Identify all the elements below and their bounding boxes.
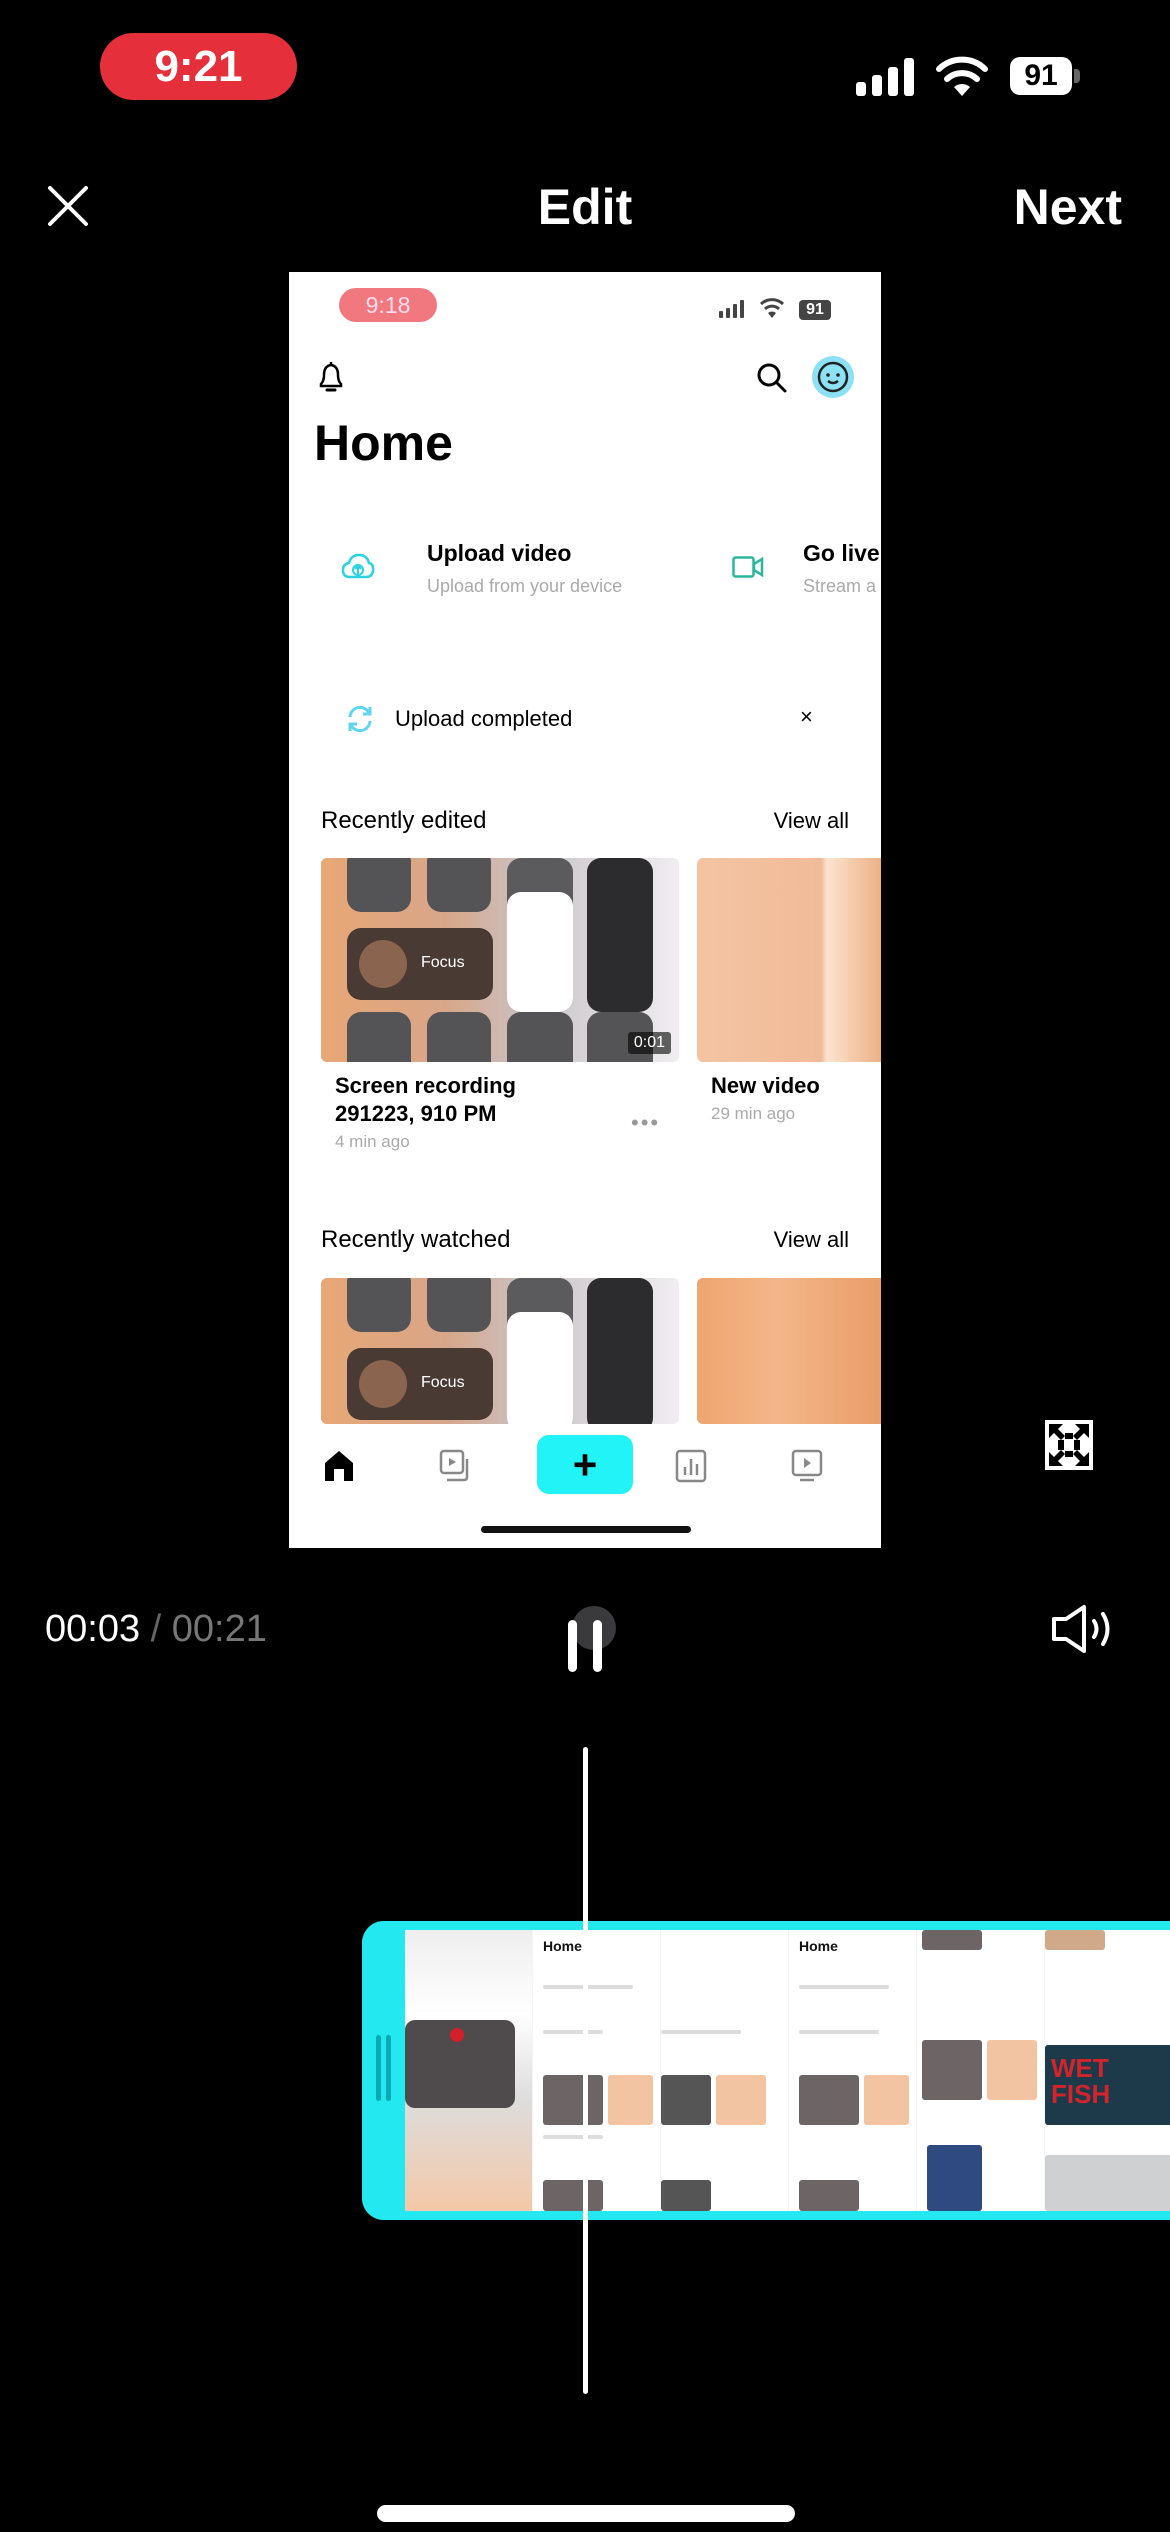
video-preview[interactable]: 9:18 91 Home Upload video Upload from yo… <box>289 272 881 1548</box>
search-icon[interactable] <box>756 362 788 394</box>
playhead[interactable] <box>583 1747 588 2394</box>
battery-tip <box>1074 69 1080 83</box>
video-camera-icon <box>732 556 764 578</box>
duration-badge: 0:01 <box>627 1032 671 1054</box>
new-video-thumbnail[interactable] <box>697 858 881 1062</box>
preview-home-indicator <box>481 1526 691 1533</box>
timeline-frame: Home <box>789 1930 917 2211</box>
wifi-icon <box>936 56 988 96</box>
grip-line <box>386 2035 391 2101</box>
status-time: 9:21 <box>100 33 297 100</box>
preview-wifi-icon <box>759 298 785 318</box>
upload-completed-text: Upload completed <box>395 706 573 731</box>
tab-home[interactable] <box>315 1442 363 1490</box>
preview-battery: 91 <box>799 300 831 320</box>
smiley-face-icon <box>817 361 849 393</box>
card-meta: 4 min ago <box>335 1132 410 1151</box>
pause-button[interactable] <box>560 1600 620 1672</box>
create-button[interactable]: + <box>537 1435 633 1494</box>
go-live-title[interactable]: Go live <box>803 540 880 567</box>
tab-library[interactable] <box>431 1442 479 1490</box>
cloud-upload-icon <box>341 553 375 579</box>
frame-home-label: Home <box>799 1938 838 1954</box>
timeline-frame <box>405 1930 533 2211</box>
pause-icon <box>568 1606 616 1672</box>
recently-watched-heading: Recently watched <box>321 1226 511 1253</box>
frame-home-label: Home <box>543 1938 582 1954</box>
preview-status-time: 9:18 <box>339 288 437 322</box>
recently-watched-thumbnail-2[interactable] <box>697 1278 881 1424</box>
timeline-frames[interactable]: Home Home WET FISH <box>405 1930 1170 2211</box>
card-title-line1[interactable]: Screen recording <box>335 1072 516 1100</box>
next-button[interactable]: Next <box>1014 178 1122 236</box>
expand-icon[interactable] <box>1045 1420 1093 1470</box>
signal-icon <box>856 58 914 96</box>
library-icon <box>439 1449 469 1482</box>
sync-icon <box>348 705 372 733</box>
watch-icon <box>791 1449 823 1482</box>
recently-watched-view-all[interactable]: View all <box>774 1227 849 1253</box>
trim-handle-left[interactable] <box>362 1921 404 2220</box>
recently-watched-thumbnail[interactable]: Focus <box>321 1278 679 1424</box>
home-indicator <box>377 2505 795 2522</box>
analytics-icon <box>675 1449 707 1483</box>
card-meta: 29 min ago <box>711 1104 796 1123</box>
more-options-icon[interactable]: ••• <box>631 1110 660 1136</box>
recently-edited-heading: Recently edited <box>321 807 487 834</box>
preview-home-title: Home <box>314 415 453 471</box>
total-time: 00:21 <box>171 1608 267 1650</box>
upload-video-title[interactable]: Upload video <box>427 540 571 567</box>
tab-watch[interactable] <box>783 1442 831 1490</box>
upload-video-subtitle: Upload from your device <box>427 576 623 596</box>
preview-signal-icon <box>719 300 744 318</box>
time-separator: / <box>150 1608 162 1650</box>
home-icon <box>325 1451 353 1481</box>
focus-label: Focus <box>421 1374 465 1391</box>
screen-recording-thumbnail[interactable]: Focus 0:01 <box>321 858 679 1062</box>
tab-analytics[interactable] <box>667 1442 715 1490</box>
card-title[interactable]: New video <box>711 1072 820 1100</box>
go-live-subtitle: Stream a <box>803 576 877 596</box>
bell-icon[interactable] <box>317 360 345 394</box>
speaker-icon[interactable] <box>1050 1604 1116 1654</box>
timeline-frame <box>661 1930 789 2211</box>
timeline-frame <box>917 1930 1045 2211</box>
timeline-frame: Home <box>533 1930 661 2211</box>
avatar[interactable] <box>812 356 854 398</box>
card-title-line2[interactable]: 291223, 910 PM <box>335 1100 496 1128</box>
page-title: Edit <box>537 179 633 235</box>
grip-line <box>376 2035 381 2101</box>
battery-indicator: 91 <box>1010 57 1072 95</box>
current-time: 00:03 <box>45 1608 141 1650</box>
banner-close-icon[interactable]: × <box>800 704 813 730</box>
timeline-frame: WET FISH <box>1045 1930 1170 2211</box>
playback-time: 00:03 / 00:21 <box>45 1608 267 1651</box>
recently-edited-view-all[interactable]: View all <box>774 808 849 834</box>
focus-label: Focus <box>421 954 465 971</box>
